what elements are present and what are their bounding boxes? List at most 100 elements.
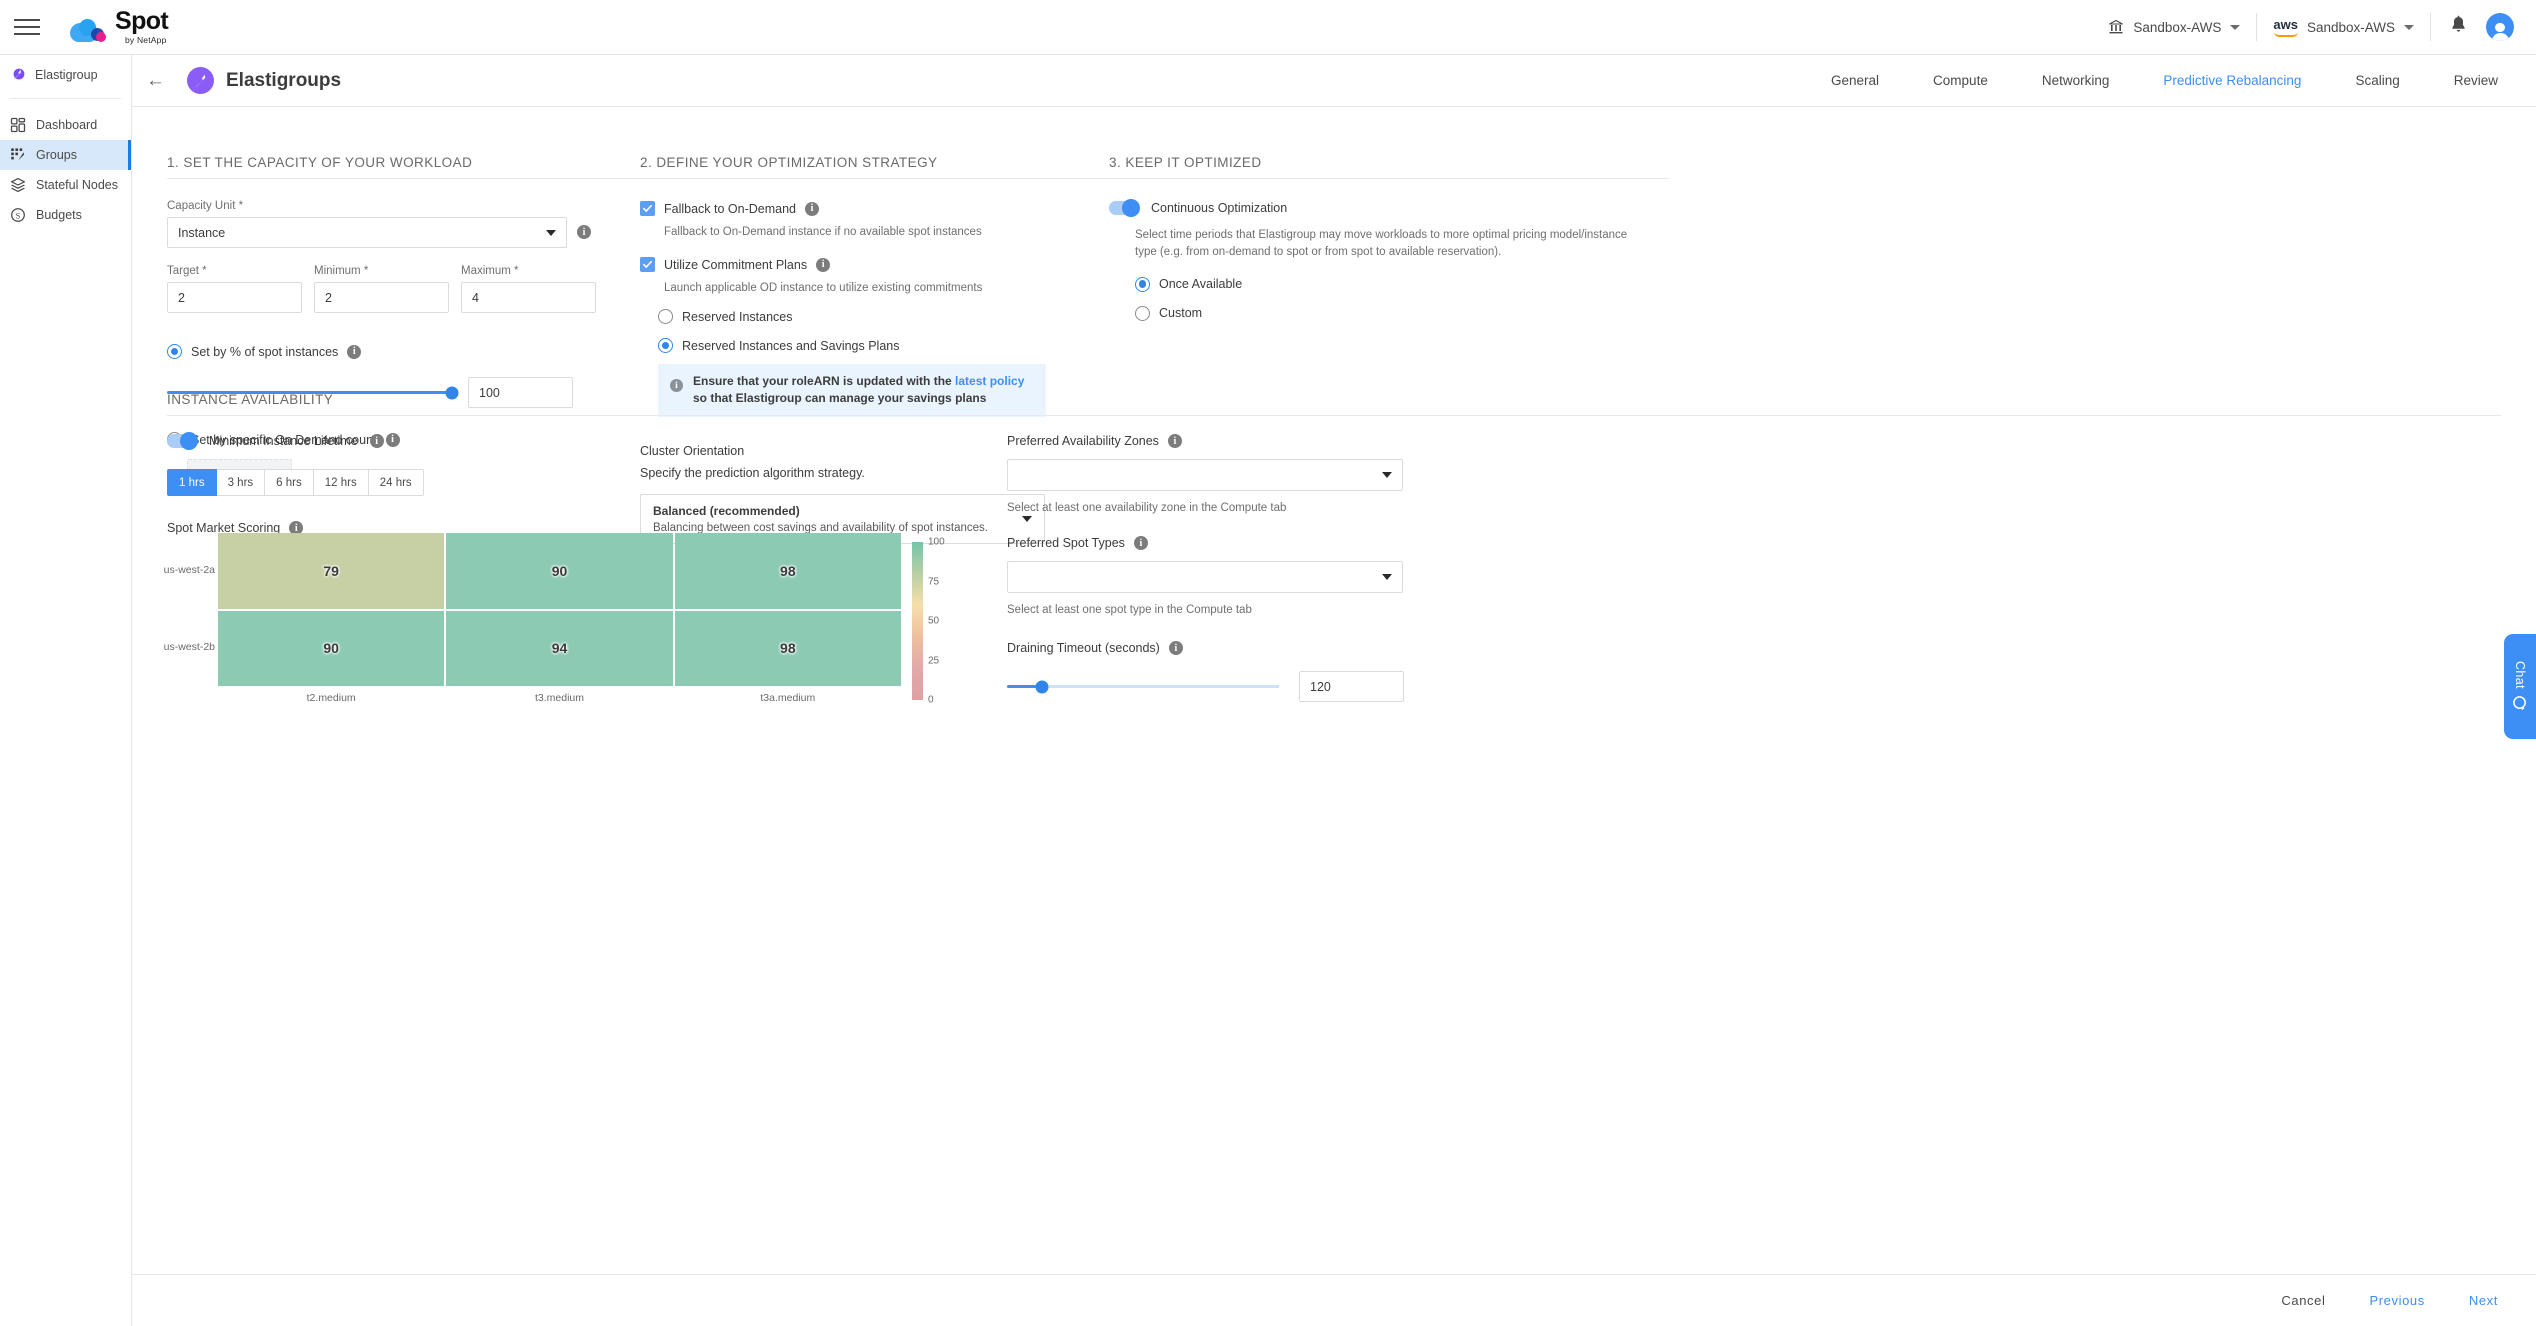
min-lifetime-label: Minimum Instance Lifetime bbox=[209, 434, 358, 448]
back-button[interactable]: ← bbox=[146, 71, 165, 90]
heatmap-cell[interactable]: 98 bbox=[674, 610, 901, 686]
next-button[interactable]: Next bbox=[2447, 1293, 2536, 1308]
heatmap-cell[interactable]: 79 bbox=[218, 533, 445, 609]
radio-set-by-percent[interactable] bbox=[167, 344, 182, 359]
radio-reserved-instances-and-savings-plans[interactable] bbox=[658, 338, 673, 353]
sidebar-item-stateful-nodes[interactable]: Stateful Nodes bbox=[0, 170, 131, 200]
wizard-footer: Cancel Previous Next bbox=[132, 1274, 2536, 1326]
chat-icon bbox=[2512, 696, 2526, 711]
heatmap-column-label: t3a.medium bbox=[760, 692, 816, 704]
chevron-down-icon bbox=[2230, 24, 2241, 30]
fallback-label: Fallback to On-Demand bbox=[664, 201, 797, 216]
fallback-info-icon[interactable]: i bbox=[805, 201, 820, 216]
tab-scaling[interactable]: Scaling bbox=[2328, 73, 2426, 88]
target-value: 2 bbox=[178, 290, 185, 305]
heatmap-cell[interactable]: 90 bbox=[446, 533, 673, 609]
sidebar-item-dashboard[interactable]: Dashboard bbox=[0, 110, 131, 140]
aws-icon: aws bbox=[2273, 18, 2298, 37]
maximum-value: 4 bbox=[472, 290, 479, 305]
heatmap-column-label: t2.medium bbox=[306, 692, 356, 704]
sidebar-product: Elastigroup bbox=[0, 55, 131, 95]
minimum-value: 2 bbox=[325, 290, 332, 305]
toggle-minimum-instance-lifetime[interactable] bbox=[167, 432, 198, 450]
radio-once-available[interactable] bbox=[1135, 276, 1150, 292]
capacity-unit-select[interactable]: Instance bbox=[167, 217, 567, 248]
chat-button[interactable]: Chat bbox=[2504, 634, 2536, 739]
continuous-label: Continuous Optimization bbox=[1151, 201, 1288, 215]
spot-types-label: Preferred Spot Types bbox=[1007, 536, 1125, 550]
heatmap-cell[interactable]: 94 bbox=[446, 610, 673, 686]
az-help: Select at least one availability zone in… bbox=[1007, 502, 1287, 514]
toggle-continuous-optimization[interactable] bbox=[1109, 199, 1140, 217]
svg-text:S: S bbox=[16, 211, 21, 220]
aws-wordmark: aws bbox=[2273, 16, 2298, 32]
avatar[interactable] bbox=[2486, 13, 2514, 41]
page-title: Elastigroups bbox=[226, 69, 342, 91]
heatmap-cell[interactable]: 90 bbox=[218, 610, 445, 686]
radio-reserved-instances[interactable] bbox=[658, 309, 673, 324]
org-account-selector[interactable]: Sandbox-AWS bbox=[2092, 19, 2256, 35]
tab-networking[interactable]: Networking bbox=[2015, 73, 2137, 88]
page-header: ← Elastigroups General Compute Networkin… bbox=[132, 55, 2536, 107]
lifetime-option-24hrs[interactable]: 24 hrs bbox=[368, 469, 424, 496]
sidebar-item-groups[interactable]: Groups bbox=[0, 140, 131, 170]
legend-tick-label: 50 bbox=[928, 615, 940, 627]
section-divider bbox=[167, 415, 2501, 416]
sidebar-item-label: Groups bbox=[36, 148, 77, 162]
sidebar-item-budgets[interactable]: S Budgets bbox=[0, 200, 131, 230]
dollar-icon: S bbox=[11, 208, 25, 222]
spot-types-info-icon[interactable]: i bbox=[1133, 536, 1148, 550]
section-title: Instance Availability bbox=[167, 392, 334, 407]
lifetime-option-1hrs[interactable]: 1 hrs bbox=[167, 469, 217, 496]
lifetime-option-6hrs[interactable]: 6 hrs bbox=[265, 469, 314, 496]
checkbox-fallback-on-demand[interactable] bbox=[640, 201, 655, 216]
draining-label: Draining Timeout (seconds) bbox=[1007, 641, 1160, 655]
spot-logo[interactable]: Spot by NetApp bbox=[70, 9, 169, 45]
previous-button[interactable]: Previous bbox=[2347, 1293, 2446, 1308]
spot-market-scoring-heatmap: us-west-2a us-west-2b 79 90 98 90 94 98 t2.med… bbox=[164, 532, 977, 712]
percent-info-icon[interactable]: i bbox=[347, 344, 362, 359]
menu-icon[interactable] bbox=[14, 15, 44, 39]
draining-slider[interactable] bbox=[1007, 680, 1279, 693]
maximum-input[interactable]: 4 bbox=[461, 282, 596, 313]
min-lifetime-info-icon[interactable]: i bbox=[369, 434, 384, 448]
cloud-account-selector[interactable]: aws Sandbox-AWS bbox=[2257, 18, 2430, 37]
availability-zones-select[interactable] bbox=[1007, 459, 1403, 491]
lifetime-option-3hrs[interactable]: 3 hrs bbox=[216, 469, 266, 496]
lifetime-option-12hrs[interactable]: 12 hrs bbox=[313, 469, 369, 496]
draining-value: 120 bbox=[1310, 679, 1331, 694]
radio-custom[interactable] bbox=[1135, 305, 1150, 321]
tab-compute[interactable]: Compute bbox=[1906, 73, 2015, 88]
tab-general[interactable]: General bbox=[1804, 73, 1906, 88]
elastigroup-badge-icon bbox=[187, 67, 214, 94]
tab-review[interactable]: Review bbox=[2427, 73, 2536, 88]
org-account-label: Sandbox-AWS bbox=[2133, 19, 2222, 35]
az-info-icon[interactable]: i bbox=[1167, 434, 1182, 448]
draining-input[interactable]: 120 bbox=[1299, 671, 1404, 702]
chevron-down-icon bbox=[1382, 574, 1392, 580]
section-title: 3. Keep it optimized bbox=[1109, 155, 1262, 170]
bank-icon bbox=[2109, 19, 2124, 34]
commitment-label: Utilize Commitment Plans bbox=[664, 257, 808, 272]
commitment-info-icon[interactable]: i bbox=[816, 257, 831, 272]
custom-label: Custom bbox=[1159, 306, 1203, 320]
cancel-button[interactable]: Cancel bbox=[2259, 1293, 2347, 1308]
heatmap-cell[interactable]: 98 bbox=[674, 533, 901, 609]
draining-info-icon[interactable]: i bbox=[1168, 641, 1183, 655]
notifications-button[interactable] bbox=[2431, 15, 2486, 40]
notice-text-before: Ensure that your roleARN is updated with… bbox=[693, 374, 956, 388]
spot-types-select[interactable] bbox=[1007, 561, 1403, 593]
target-input[interactable]: 2 bbox=[167, 282, 302, 313]
latest-policy-link[interactable]: latest policy bbox=[955, 374, 1024, 388]
heatmap-row-label: us-west-2b bbox=[163, 641, 215, 654]
maximum-label: Maximum * bbox=[461, 265, 519, 277]
capacity-unit-info-icon[interactable]: i bbox=[577, 225, 591, 239]
tab-predictive-rebalancing[interactable]: Predictive Rebalancing bbox=[2136, 73, 2328, 88]
groups-icon bbox=[11, 148, 24, 161]
minimum-label: Minimum * bbox=[314, 265, 369, 277]
dashboard-icon bbox=[10, 117, 26, 133]
chevron-down-icon bbox=[546, 229, 556, 236]
checkbox-utilize-commitment-plans[interactable] bbox=[640, 257, 655, 272]
minimum-input[interactable]: 2 bbox=[314, 282, 449, 313]
section-instance-availability: Instance Availability bbox=[167, 392, 2501, 416]
